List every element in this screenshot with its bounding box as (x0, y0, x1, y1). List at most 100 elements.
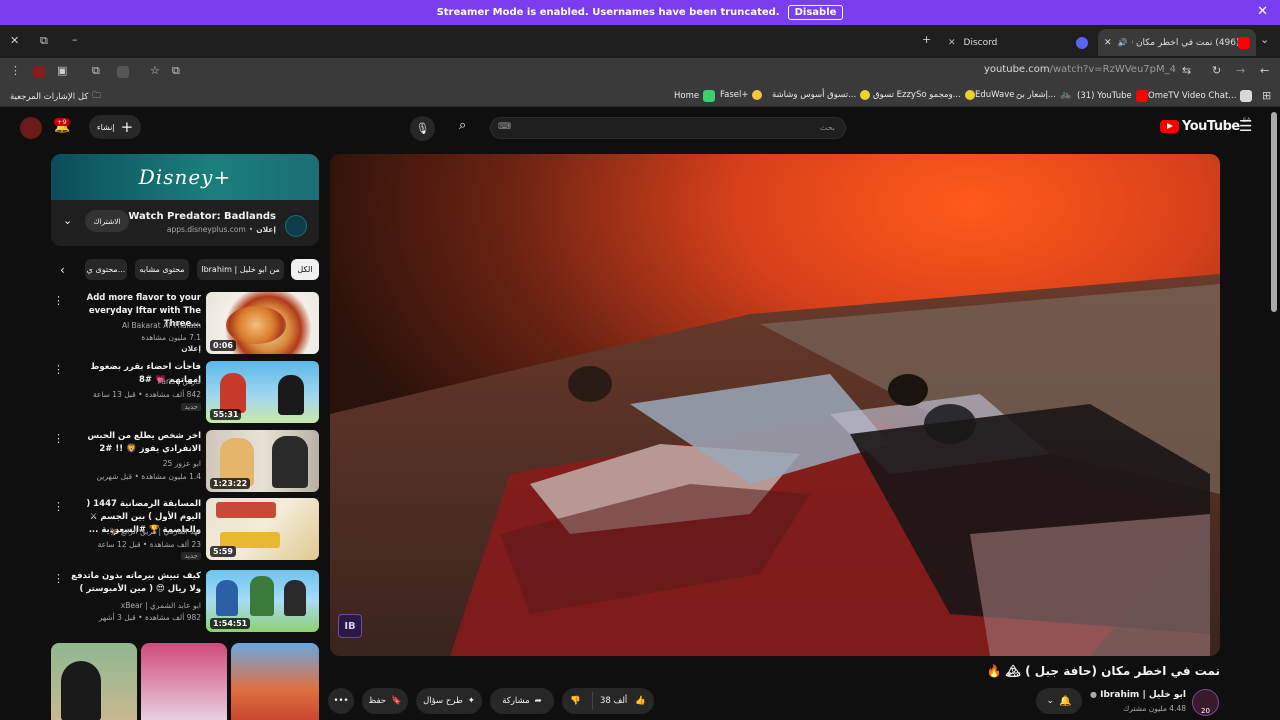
chip-from-channel[interactable]: من ابو خليل | Ibrahim (197, 259, 284, 280)
list-item[interactable]: ⋮ اخر شخص يطلع من الحبس الانفرادي يفوز 🦁… (51, 430, 319, 492)
all-bookmarks-folder[interactable]: كل الإشارات المرجعية 🗀 (10, 90, 101, 104)
rec-title[interactable]: اخر شخص يطلع من الحبس الانفرادي يفوز 🦁 !… (69, 430, 201, 456)
chip-all[interactable]: الكل (291, 259, 319, 280)
list-item[interactable]: ⋮ Add more flavor to your everyday Iftar… (51, 292, 319, 354)
hamburger-menu-icon[interactable]: ☰ (1239, 117, 1252, 135)
ad-subscribe-button[interactable]: الاشتراك (85, 210, 129, 232)
rec-channel[interactable]: ابو عزوز 25 (61, 458, 201, 469)
like-icon[interactable]: 👍 (635, 696, 646, 706)
channel-name[interactable]: ابو خليل | Ibrahim ● (1090, 690, 1186, 700)
rec-meta: 982 ألف مشاهدة • قبل 3 أشهر (98, 613, 201, 622)
extension-icon[interactable] (117, 66, 129, 78)
back-icon[interactable]: ← (1260, 64, 1269, 77)
rec-thumbnail[interactable]: 5:59 (206, 498, 319, 560)
bookmark-icon: 🔖 (391, 696, 402, 706)
ad-banner[interactable]: Disney+ (51, 154, 319, 200)
share-arrow-icon: ➦ (534, 696, 542, 706)
tab-search-icon[interactable]: ⌄ (1260, 33, 1269, 46)
audio-icon[interactable]: 🔊 (1118, 38, 1128, 47)
dislike-icon[interactable]: 👎 (570, 696, 581, 706)
person-figure (272, 436, 308, 488)
bookmark-asus[interactable]: تسوق أسوس وشاشة... (772, 90, 871, 100)
rec-thumbnail[interactable]: 1:23:22 (206, 430, 319, 492)
close-banner-icon[interactable]: ✕ (1257, 4, 1268, 19)
bicycle-icon: 🚲 (1059, 90, 1072, 100)
bookmark-eduwave[interactable]: EduWave - (975, 90, 1020, 100)
browser-menu-icon[interactable]: ⋮ (10, 64, 21, 77)
youtube-play-logo-icon (1160, 120, 1179, 133)
microphone-icon[interactable]: 🎙 (410, 116, 435, 141)
forward-icon[interactable]: → (1236, 64, 1245, 77)
duration-badge: 1:23:22 (210, 478, 251, 489)
install-icon[interactable]: ⧉ (172, 64, 180, 78)
search-icon[interactable]: ⌕ (459, 118, 466, 133)
more-options-icon[interactable]: ⋮ (53, 500, 64, 513)
disable-streamer-mode-button[interactable]: Disable (787, 5, 844, 20)
advertiser-avatar (285, 215, 307, 237)
rec-thumbnail[interactable]: 1:54:51 (206, 570, 319, 632)
chip-similar[interactable]: محتوى مشابه (135, 259, 189, 280)
ask-button[interactable]: طرح سؤال ✦ (416, 688, 482, 714)
more-options-icon[interactable]: ⋮ (53, 432, 64, 445)
list-item[interactable]: ⋮ فاجأت احضاء بقرر بضغوط امهاتهم 💗 #8 فا… (51, 361, 319, 423)
short-thumbnail[interactable] (231, 643, 319, 720)
new-tab-icon[interactable]: + (922, 33, 931, 46)
chips-scroll-left-icon[interactable]: ‹ (60, 263, 65, 277)
home-icon (703, 90, 716, 102)
list-item[interactable]: ⋮ المسابقة الرمضانية 1447 ( اليوم الأول … (51, 498, 319, 560)
window-minimize-icon[interactable]: – (72, 33, 78, 46)
video-player[interactable]: IB (330, 154, 1220, 656)
rec-channel[interactable]: Al Bakarat Al Thalath (61, 320, 201, 331)
channel-avatar[interactable]: 20 (1192, 689, 1219, 716)
more-actions-button[interactable]: ••• (328, 688, 354, 714)
rec-channel[interactable]: ابو عابد الشمري | xBear (61, 600, 201, 611)
reload-icon[interactable]: ↻ (1212, 64, 1221, 77)
sponsored-ad-card[interactable]: Disney+ Watch Predator: Badlands apps.di… (51, 154, 319, 246)
rec-thumbnail[interactable]: 55:31 (206, 361, 319, 423)
duration-badge: 0:06 (210, 340, 236, 351)
chevron-down-icon[interactable]: ⌄ (63, 214, 72, 227)
bookmark-fasel[interactable]: Fasel+ (720, 90, 763, 100)
rec-channel[interactable]: فهد العازمي | فريق الرابع 🦅 (61, 526, 201, 537)
share-button[interactable]: مشاركة ➦ (490, 688, 554, 714)
scrollbar-thumb[interactable] (1271, 112, 1277, 312)
like-count[interactable]: 38 ألف (600, 696, 627, 706)
save-button[interactable]: حفظ 🔖 (362, 688, 408, 714)
bookmark-youtube[interactable]: (31) YouTube (1077, 90, 1148, 102)
extension-icon[interactable] (33, 66, 45, 78)
bookmark-ometv[interactable]: OmeTV Video Chat... (1148, 90, 1253, 102)
short-thumbnail[interactable] (51, 643, 137, 720)
subscribe-bell-button[interactable]: ⌄ 🔔 (1036, 688, 1082, 714)
close-tab-icon[interactable]: ✕ (1104, 38, 1112, 48)
bookmark-notice[interactable]: إشعار بن... 🚲 (1016, 90, 1071, 100)
rec-title[interactable]: كيف تبيش بيرماته بدون ماتدفع ولا ريال 😍 … (69, 570, 201, 596)
close-tab-icon[interactable]: ✕ (948, 38, 956, 48)
more-options-icon[interactable]: ⋮ (53, 294, 64, 307)
window-close-icon[interactable]: ✕ (10, 34, 19, 47)
bookmarks-grid-icon[interactable]: ⊞ (1262, 89, 1271, 102)
url-field[interactable]: youtube.com/watch?v=RzWVeu7pM_4 (984, 64, 1176, 75)
channel-watermark[interactable]: IB (338, 614, 362, 638)
list-item[interactable]: ⋮ كيف تبيش بيرماته بدون ماتدفع ولا ريال … (51, 570, 319, 632)
bookmark-ezzyso[interactable]: تسوق EzzySo ومجمو... (873, 90, 975, 100)
bookmark-home[interactable]: Home (674, 90, 716, 102)
bookmark-star-icon[interactable]: ☆ (150, 64, 160, 77)
site-settings-icon[interactable]: ⇆ (1182, 64, 1191, 77)
search-input[interactable]: بحث ⌨ (490, 117, 846, 139)
create-button[interactable]: إنشاء + (89, 115, 141, 139)
rec-channel[interactable]: فارس | Faris (61, 376, 201, 387)
window-restore-icon[interactable]: ⧉ (40, 34, 48, 48)
more-options-icon[interactable]: ⋮ (53, 363, 64, 376)
more-options-icon[interactable]: ⋮ (53, 572, 64, 585)
keyboard-icon[interactable]: ⌨ (498, 122, 511, 132)
extension-icon[interactable]: ▣ (57, 64, 67, 77)
tab-discord[interactable]: ✕ Discord (944, 29, 1094, 56)
new-badge: جديد (181, 403, 201, 411)
youtube-logo[interactable]: YouTube SA (1160, 117, 1251, 134)
chip-related[interactable]: محتوى ي... (85, 259, 127, 280)
tab-youtube-active[interactable]: ✕ 🔊 (496) نمت في اخطر مكان (حا (1098, 29, 1256, 56)
short-thumbnail[interactable] (141, 643, 227, 720)
rec-thumbnail[interactable]: 0:06 (206, 292, 319, 354)
avatar[interactable] (20, 117, 42, 139)
puzzle-icon[interactable]: ⧉ (92, 64, 100, 78)
